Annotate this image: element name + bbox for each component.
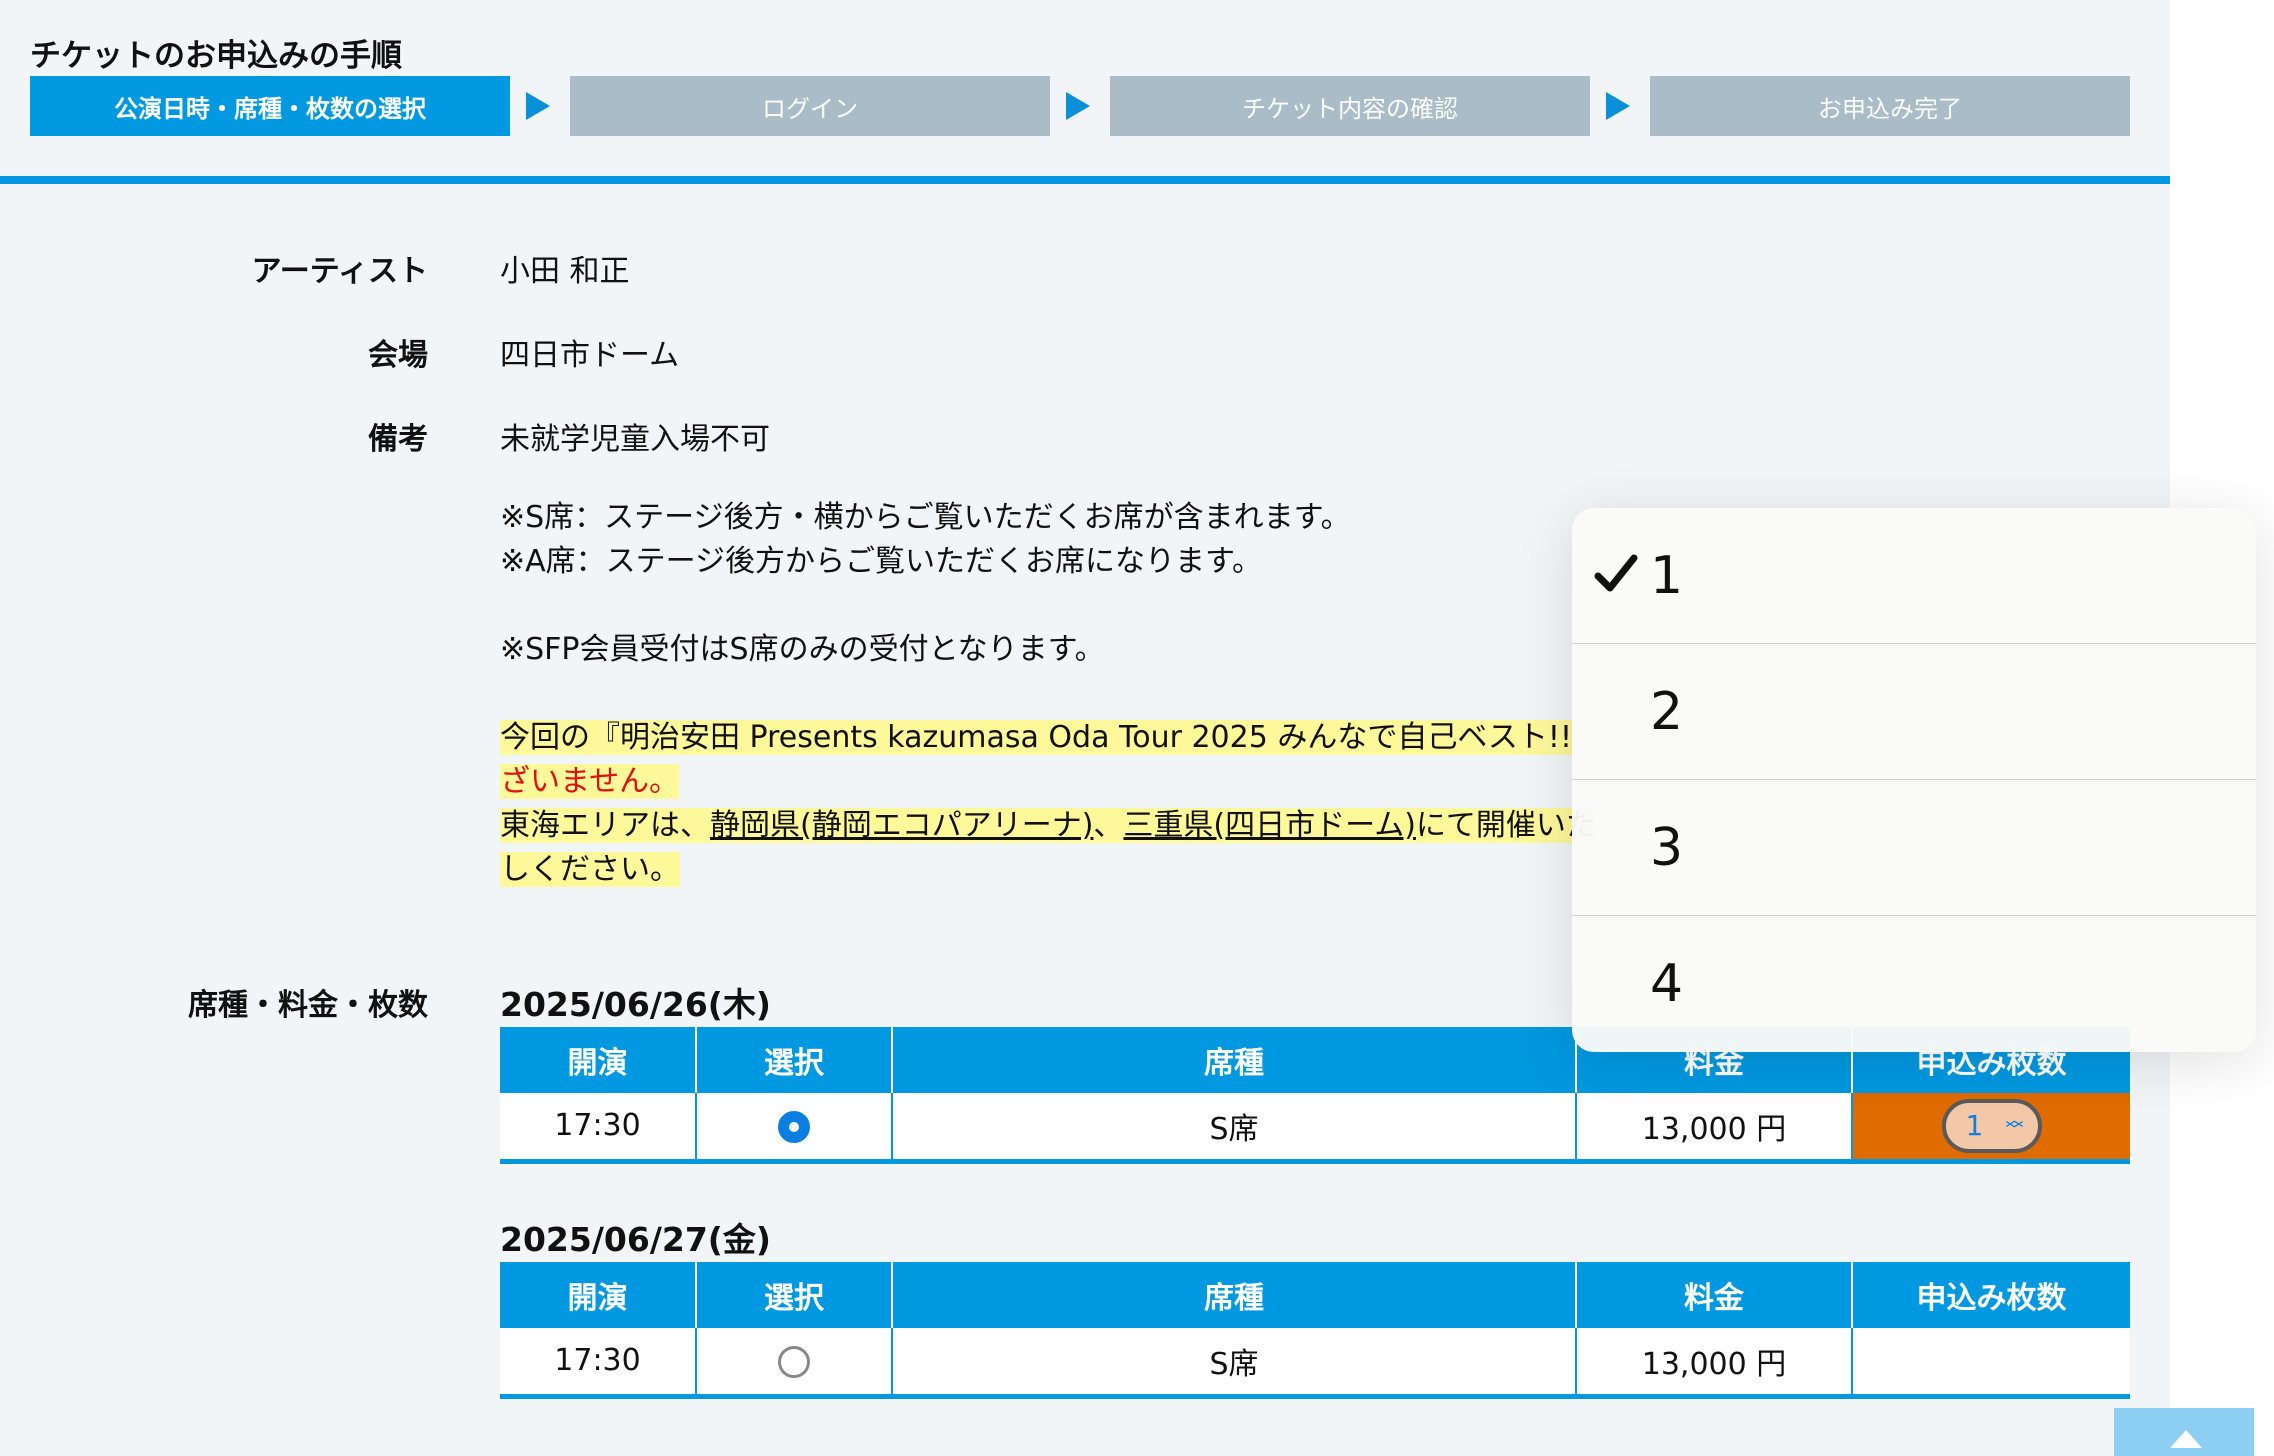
qty-dropdown: 1 2 3 4 [1572, 508, 2256, 1052]
col-header-select: 選択 [696, 1027, 893, 1093]
table-row: 17:30 S席 13,000 円 [500, 1328, 2130, 1399]
dropdown-option-label: 1 [1650, 545, 1684, 606]
seat-type: S席 [892, 1093, 1577, 1164]
venue-label: 会場 [368, 338, 428, 373]
select-cell [696, 1328, 893, 1399]
highlight-text: にて開催いた [1415, 808, 1596, 843]
select-cell [696, 1093, 893, 1164]
remarks-label: 備考 [368, 422, 428, 457]
highlight-text: 今回の『明治安田 Presents kazumasa Oda Tour 2025… [500, 720, 1572, 755]
seat-section-label: 席種・料金・枚数 [188, 988, 428, 1023]
col-header-qty: 申込み枚数 [1852, 1262, 2130, 1328]
step-arrow-icon [526, 92, 550, 120]
dropdown-option[interactable]: 3 [1572, 780, 2256, 916]
show-time: 17:30 [500, 1093, 697, 1164]
col-header-select: 選択 [696, 1262, 893, 1328]
show-time: 17:30 [500, 1328, 697, 1399]
col-header-time: 開演 [500, 1027, 697, 1093]
highlight-text: しください。 [500, 852, 680, 887]
steps-bar: 公演日時・席種・枚数の選択 ログイン チケット内容の確認 お申込み完了 [30, 76, 2130, 136]
checkmark-icon [1594, 554, 1638, 592]
step-complete: お申込み完了 [1650, 76, 2130, 136]
seat-radio-selected[interactable] [778, 1110, 810, 1143]
ticket-table: 開演 選択 席種 料金 申込み枚数 17:30 S席 13,000 円 [500, 1262, 2130, 1399]
highlight-text: 、 [1093, 808, 1124, 843]
step-arrow-icon [1606, 92, 1630, 120]
highlight-text-red: ざいません。 [500, 764, 680, 799]
table-header-row: 開演 選択 席種 料金 申込み枚数 [500, 1262, 2130, 1328]
seat-radio[interactable] [778, 1345, 810, 1378]
chevron-updown-icon: ︿ ﹀ [2005, 1109, 2024, 1141]
remarks-line: ※A席：ステージ後方からご覧いただくお席になります。 [500, 544, 1263, 579]
arrow-up-icon [2170, 1430, 2202, 1448]
col-header-price: 料金 [1576, 1262, 1853, 1328]
step-confirm: チケット内容の確認 [1110, 76, 1590, 136]
dropdown-option-label: 3 [1650, 817, 1684, 878]
dropdown-option[interactable]: 2 [1572, 644, 2256, 780]
remarks-line: ※SFP会員受付はS席のみの受付となります。 [500, 632, 1105, 667]
qty-cell [1852, 1328, 2130, 1399]
price: 13,000 円 [1576, 1328, 1853, 1399]
remarks-notes: ※S席：ステージ後方・横からご覧いただくお席が含まれます。 ※A席：ステージ後方… [500, 496, 1750, 892]
artist-value: 小田 和正 [500, 254, 630, 289]
steps-title: チケットのお申込みの手順 [30, 38, 402, 74]
dropdown-option[interactable]: 4 [1572, 916, 2256, 1052]
remarks-line: 未就学児童入場不可 [500, 422, 770, 457]
step-login: ログイン [570, 76, 1050, 136]
col-header-seat: 席種 [892, 1027, 1577, 1093]
venue-link-mie[interactable]: 三重県(四日市ドーム) [1123, 808, 1416, 843]
col-header-seat: 席種 [892, 1262, 1577, 1328]
dropdown-option-label: 2 [1650, 681, 1684, 742]
qty-value: 1 [1965, 1109, 1984, 1143]
price: 13,000 円 [1576, 1093, 1853, 1164]
step-arrow-icon [1066, 92, 1090, 120]
remarks-line: ※S席：ステージ後方・横からご覧いただくお席が含まれます。 [500, 500, 1351, 535]
dropdown-option-label: 4 [1650, 954, 1684, 1014]
venue-link-shizuoka[interactable]: 静岡県(静岡エコパアリーナ) [710, 808, 1093, 843]
scroll-to-top-button[interactable] [2114, 1408, 2254, 1456]
table-row: 17:30 S席 13,000 円 1 ︿ ﹀ [500, 1093, 2130, 1164]
venue-value: 四日市ドーム [500, 338, 680, 373]
artist-label: アーティスト [251, 254, 428, 289]
col-header-time: 開演 [500, 1262, 697, 1328]
qty-select[interactable]: 1 ︿ ﹀ [1941, 1098, 2042, 1153]
show-date: 2025/06/26(木) [500, 985, 771, 1024]
qty-cell: 1 ︿ ﹀ [1852, 1093, 2130, 1164]
highlight-text: 東海エリアは、 [500, 808, 710, 843]
seat-type: S席 [892, 1328, 1577, 1399]
divider [0, 176, 2170, 184]
step-select: 公演日時・席種・枚数の選択 [30, 76, 510, 136]
show-date: 2025/06/27(金) [500, 1220, 771, 1259]
dropdown-option[interactable]: 1 [1572, 508, 2256, 644]
